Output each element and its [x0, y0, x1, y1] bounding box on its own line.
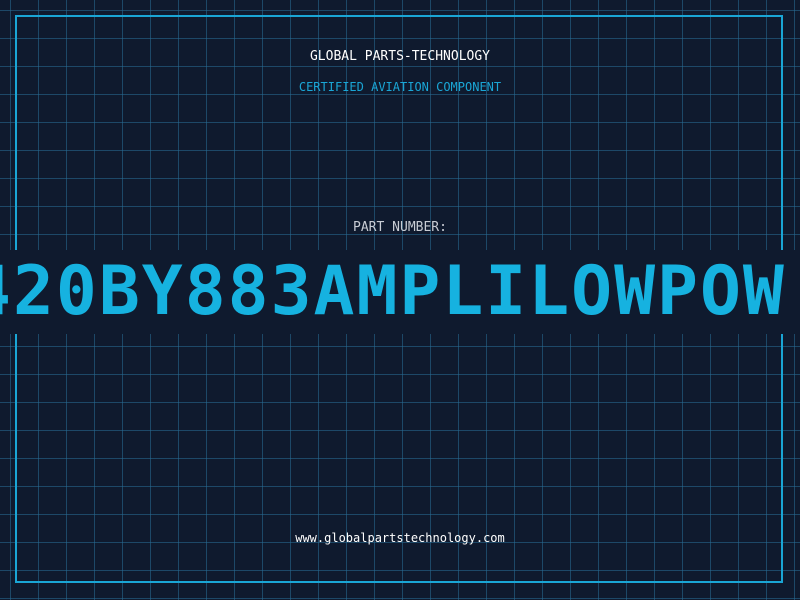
brand-subtitle: CERTIFIED AVIATION COMPONENT: [298, 80, 502, 94]
brand-title: GLOBAL PARTS-TECHNOLOGY: [309, 49, 490, 64]
certificate-canvas: GLOBAL PARTS-TECHNOLOGY CERTIFIED AVIATI…: [0, 0, 800, 600]
website-url: www.globalpartstechnology.com: [295, 531, 505, 545]
part-number-band: 420BY883AMPLILOWPOW: [0, 250, 800, 334]
part-number-label: PART NUMBER:: [353, 220, 447, 235]
part-number-value: 420BY883AMPLILOWPOW: [0, 252, 786, 331]
